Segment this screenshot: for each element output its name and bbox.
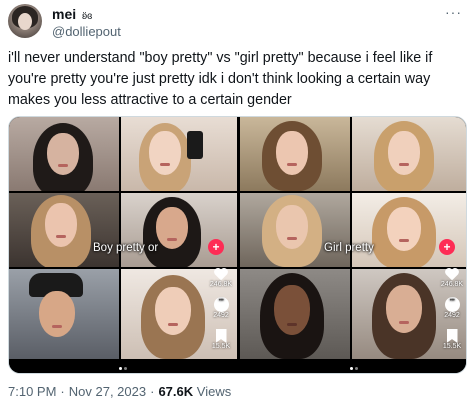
comment-count: 2492	[444, 312, 460, 319]
views-count: 67.6K	[158, 384, 194, 399]
user-handle[interactable]: @dolliepout	[52, 24, 121, 39]
save-count: 15.5K	[211, 343, 231, 350]
save-action[interactable]: 15.5K	[206, 329, 236, 350]
bookmark-icon	[215, 329, 227, 343]
carousel-dots-icon	[119, 367, 129, 371]
tiktok-screenshot-girl-pretty[interactable]: Girl pretty + 246.8K 2492 15.5K	[240, 117, 466, 373]
save-count: 15.5K	[442, 343, 462, 350]
heart-icon	[214, 267, 228, 281]
follow-plus-icon[interactable]: +	[208, 239, 224, 255]
like-count: 246.8K	[209, 281, 233, 288]
ribbon-emoji-icon: ʚ̈ɞ	[82, 11, 93, 22]
display-name-text[interactable]: mei	[52, 6, 76, 22]
photo-girl-8	[352, 117, 466, 191]
meta-separator: ·	[150, 384, 155, 399]
photo-girl-11	[240, 269, 350, 359]
carousel-dots-icon	[350, 367, 360, 371]
side-actions-left: 246.8K 2492 15.5K	[206, 267, 236, 357]
side-actions-right: 246.8K 2492 15.5K	[437, 267, 466, 357]
like-count: 246.8K	[440, 281, 464, 288]
save-action[interactable]: 15.5K	[437, 329, 466, 350]
more-options-icon[interactable]: ···	[445, 4, 462, 20]
photo-girl-3	[9, 193, 119, 267]
like-action[interactable]: 246.8K	[437, 267, 466, 288]
photo-girl-4	[121, 193, 237, 267]
comment-action[interactable]: 2492	[437, 297, 466, 319]
overlay-label-boy-pretty: Boy pretty or	[93, 242, 159, 254]
tweet-media[interactable]: Boy pretty or + 246.8K 2492 15.5K	[8, 116, 467, 374]
avatar[interactable]	[8, 4, 42, 38]
photo-girl-2	[121, 117, 237, 191]
tweet-meta: 7:10 PM · Nov 27, 2023 · 67.6K Views	[8, 384, 231, 399]
like-action[interactable]: 246.8K	[206, 267, 236, 288]
tweet-time[interactable]: 7:10 PM	[8, 384, 56, 399]
views-label: Views	[196, 384, 232, 399]
comment-action[interactable]: 2492	[206, 297, 236, 319]
photo-girl-7	[240, 117, 350, 191]
photo-girl-9	[240, 193, 350, 267]
comment-count: 2492	[213, 312, 229, 319]
bookmark-icon	[446, 329, 458, 343]
follow-plus-icon[interactable]: +	[439, 239, 455, 255]
photo-girl-1	[9, 117, 119, 191]
overlay-label-girl-pretty: Girl pretty	[324, 242, 374, 254]
tweet-text: i'll never understand "boy pretty" vs "g…	[8, 50, 433, 108]
heart-icon	[445, 267, 459, 281]
comment-icon	[444, 297, 460, 312]
tweet-header: mei ʚ̈ɞ @dolliepout ···	[8, 4, 466, 42]
display-name[interactable]: mei ʚ̈ɞ	[52, 6, 92, 22]
tweet-date[interactable]: Nov 27, 2023	[69, 384, 146, 399]
photo-girl-5	[9, 269, 119, 359]
tiktok-screenshot-boy-pretty[interactable]: Boy pretty or + 246.8K 2492 15.5K	[9, 117, 237, 373]
photo-girl-10	[352, 193, 466, 267]
meta-separator: ·	[60, 384, 65, 399]
comment-icon	[213, 297, 229, 312]
